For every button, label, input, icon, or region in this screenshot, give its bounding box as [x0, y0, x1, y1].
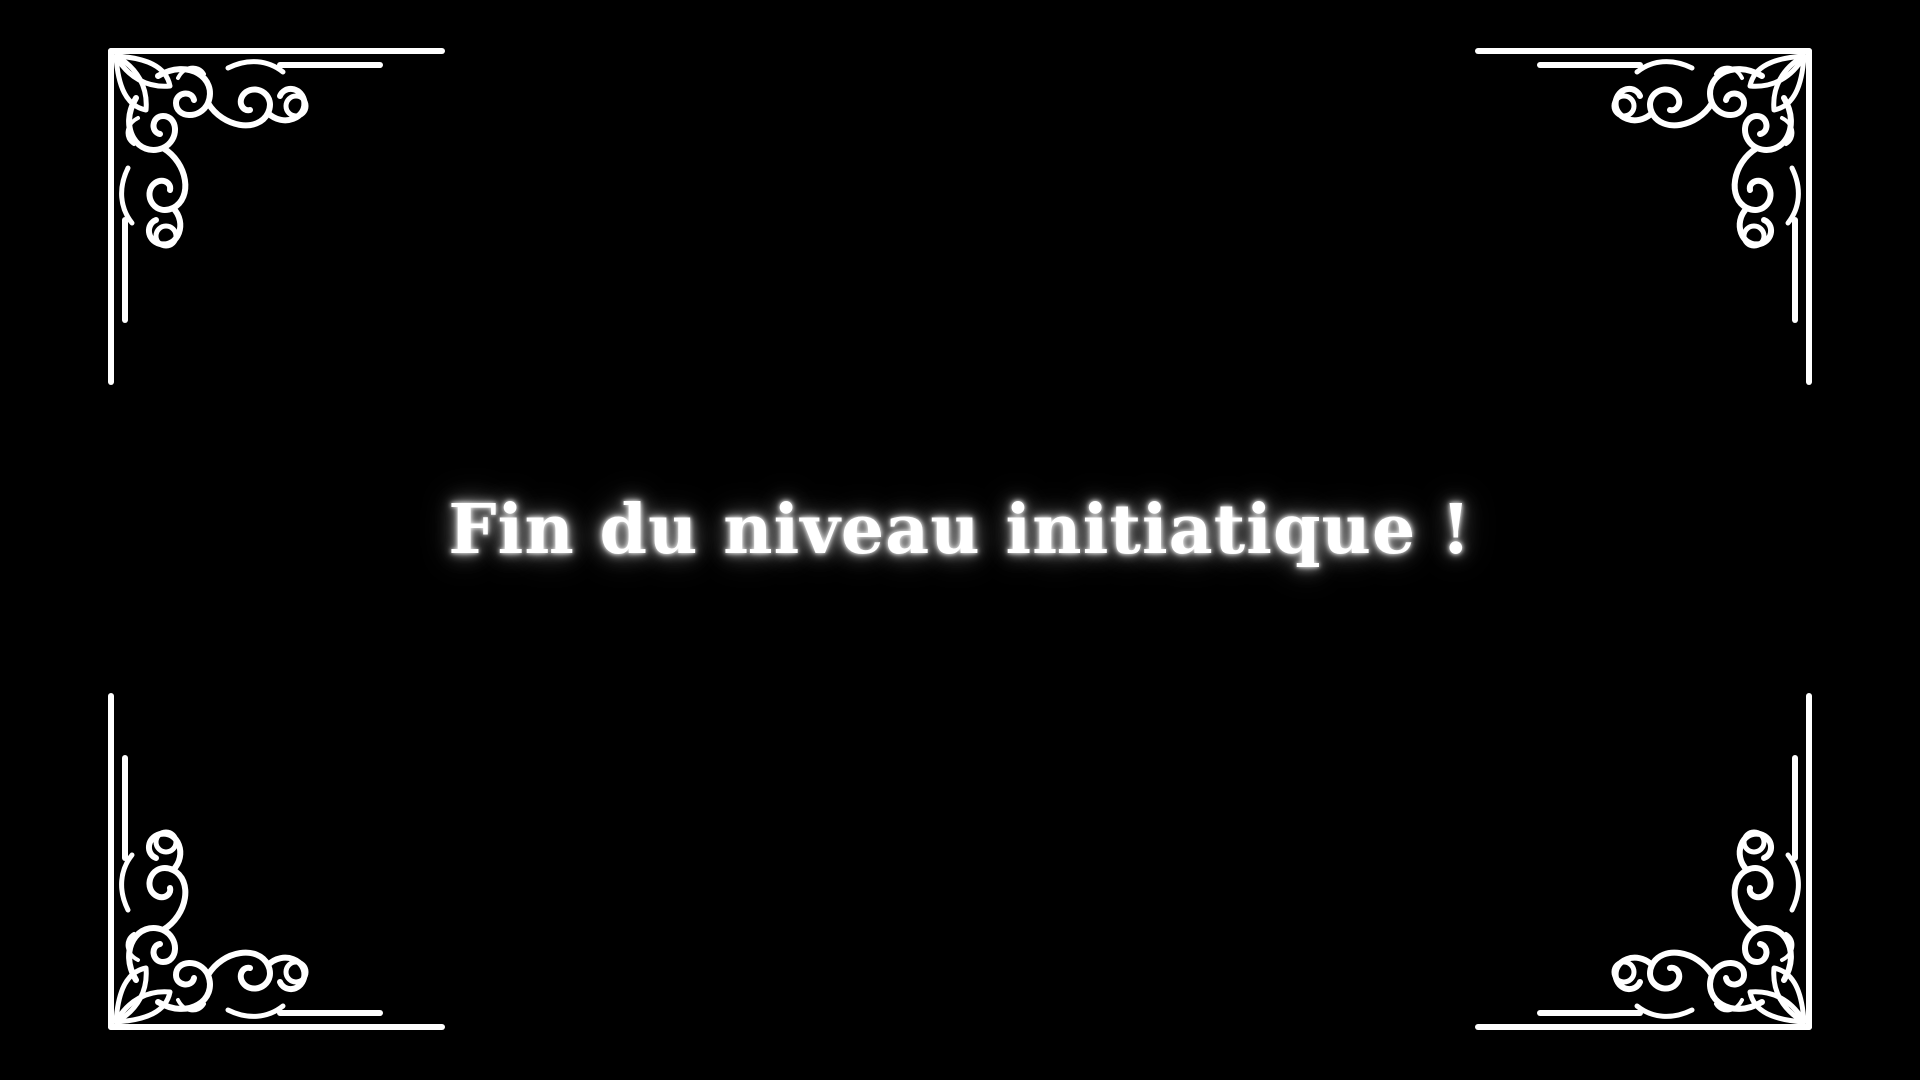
- ornate-corner-top-left-icon: [108, 48, 448, 388]
- ornate-corner-bottom-left-icon: [108, 690, 448, 1030]
- level-complete-message: Fin du niveau initiatique !: [448, 490, 1472, 570]
- level-end-screen: Fin du niveau initiatique !: [0, 0, 1920, 1080]
- ornate-corner-bottom-right-icon: [1472, 690, 1812, 1030]
- ornate-corner-top-right-icon: [1472, 48, 1812, 388]
